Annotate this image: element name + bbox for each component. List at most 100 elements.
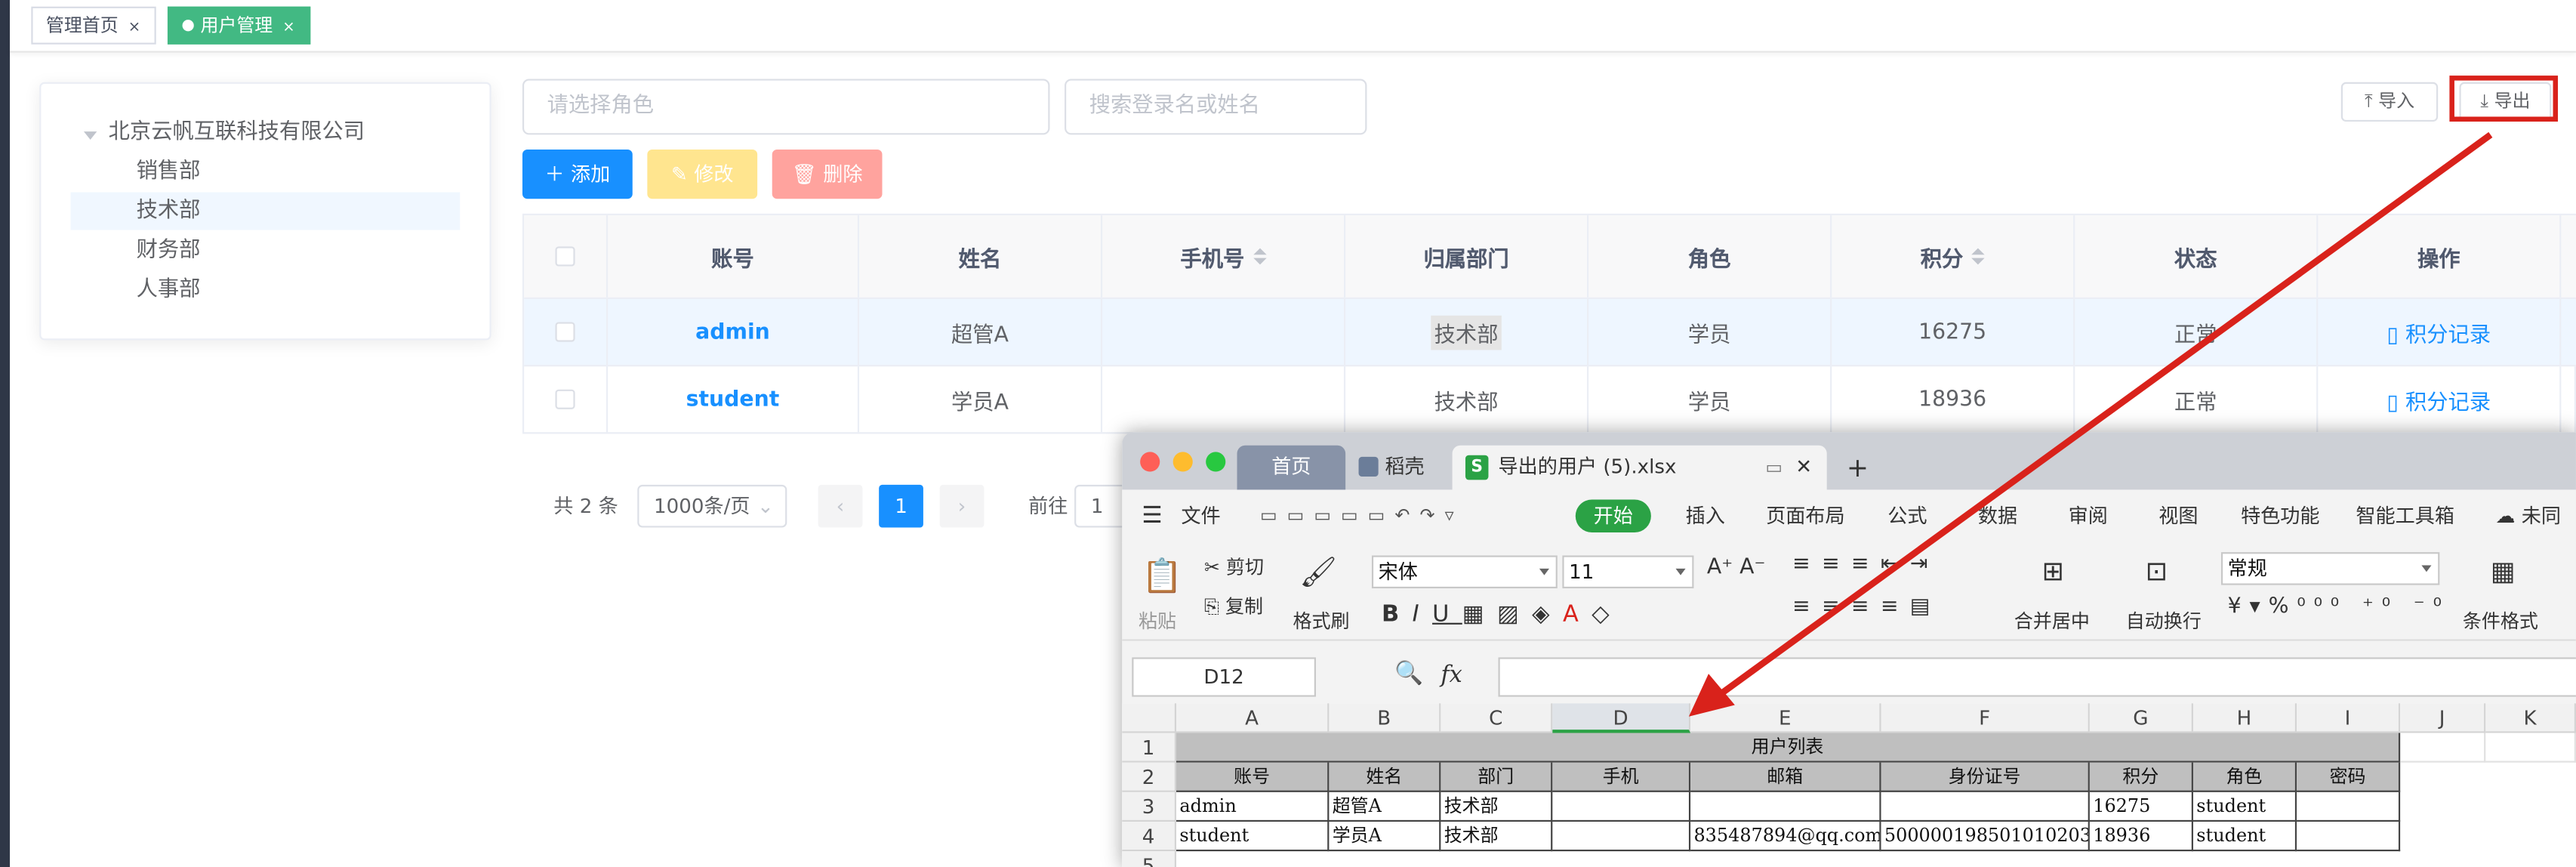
cell[interactable]: 超管A <box>1329 791 1441 822</box>
conditional-format-button[interactable]: 条件格式 <box>2463 608 2538 634</box>
number-format-select[interactable]: 常规 <box>2220 552 2440 585</box>
close-tab-icon[interactable]: ✕ <box>1795 446 1812 490</box>
wps-tab-file[interactable]: S 导出的用户 (5).xlsx ▭ ✕ <box>1452 445 1827 490</box>
number-format-icons[interactable]: ¥▾%⁰⁰⁰ ⁺⁰ ⁻⁰ <box>2228 595 2450 620</box>
col-header[interactable]: J <box>2400 703 2486 733</box>
header-cell[interactable]: 部门 <box>1441 762 1553 792</box>
fx-icon[interactable]: fx <box>1441 662 1462 689</box>
cell[interactable] <box>2297 791 2401 822</box>
col-header[interactable]: I <box>2297 703 2401 733</box>
cell[interactable] <box>1881 791 2090 822</box>
cell[interactable]: student <box>2192 822 2297 852</box>
col-header[interactable]: C <box>1441 703 1553 733</box>
next-page-button[interactable]: › <box>939 484 984 528</box>
menu-features[interactable]: 特色功能 <box>2241 489 2319 542</box>
cell[interactable]: student <box>1176 822 1330 852</box>
format-painter-icon[interactable]: 🖌 <box>1299 555 1337 590</box>
header-cell[interactable]: 积分 <box>2089 762 2193 792</box>
tree-node-finance[interactable]: 财务部 <box>71 232 461 270</box>
header-cell[interactable]: 账号 <box>1176 762 1330 792</box>
sort-icon[interactable] <box>1253 248 1266 265</box>
zoom-icon[interactable]: 🔍 <box>1394 661 1423 687</box>
tag-home[interactable]: 管理首页 × <box>31 6 156 45</box>
col-header[interactable]: F <box>1881 703 2090 733</box>
wps-tab-home[interactable]: 首页 <box>1237 445 1346 490</box>
menu-formula[interactable]: 公式 <box>1887 489 1927 542</box>
cell[interactable]: admin <box>1176 791 1330 822</box>
account-link[interactable]: student <box>686 387 780 412</box>
paste-button[interactable]: 粘贴 <box>1139 608 1176 634</box>
col-header[interactable]: E <box>1690 703 1881 733</box>
wrap-icon[interactable]: ⊡ <box>2146 555 2168 586</box>
font-grow-shrink-icons[interactable]: A⁺ A⁻ <box>1707 555 1766 580</box>
tree-node-tech[interactable]: 技术部 <box>70 192 461 230</box>
cell[interactable] <box>2297 822 2401 852</box>
close-window-icon[interactable] <box>1140 452 1160 472</box>
header-cell[interactable]: 姓名 <box>1329 762 1441 792</box>
header-cell[interactable]: 手机 <box>1552 762 1691 792</box>
format-painter-button[interactable]: 格式刷 <box>1293 608 1350 634</box>
sync-status[interactable]: ☁ 未同步 <box>2495 489 2576 580</box>
new-tab-button[interactable]: + <box>1847 446 1880 490</box>
align-top-icons[interactable]: ≡≡≡⇤⇥ <box>1792 552 1940 577</box>
menu-view[interactable]: 视图 <box>2158 489 2198 542</box>
paste-icon[interactable]: 📋 <box>1142 555 1182 594</box>
cell[interactable]: student <box>2192 791 2297 822</box>
cell[interactable]: 500000198501010203 <box>1881 822 2090 852</box>
font-size-select[interactable]: 11 <box>1562 555 1694 589</box>
cell[interactable]: 学员A <box>1329 822 1441 852</box>
wps-tab-daoke[interactable]: 稻壳 <box>1352 446 1444 490</box>
header-cell[interactable]: 角色 <box>2192 762 2297 792</box>
close-icon[interactable]: × <box>282 20 294 36</box>
cell[interactable] <box>1552 791 1691 822</box>
menu-page-layout[interactable]: 页面布局 <box>1766 489 1844 542</box>
add-button[interactable]: ＋ 添加 <box>522 150 633 199</box>
caret-down-icon[interactable] <box>83 131 97 140</box>
row-header[interactable]: 4 <box>1122 822 1177 852</box>
sheet-title-cell[interactable]: 用户列表 <box>1176 733 2401 763</box>
menu-hamburger-icon[interactable]: ☰ <box>1142 489 1162 542</box>
col-header[interactable]: B <box>1329 703 1441 733</box>
points-record-link[interactable]: ▯ 积分记录 <box>2386 384 2491 415</box>
row-header[interactable]: 5 <box>1122 851 1177 867</box>
points-record-link[interactable]: ▯ 积分记录 <box>2386 316 2491 348</box>
account-link[interactable]: admin <box>695 319 770 344</box>
tree-node-hr[interactable]: 人事部 <box>71 271 461 309</box>
quick-access-icons[interactable]: ▭▭▭▭▭↶↷▿ <box>1260 489 1464 542</box>
delete-button[interactable]: 🗑 删除 <box>772 150 883 199</box>
conditional-format-icon[interactable]: ▦ <box>2491 555 2516 586</box>
col-header[interactable]: K <box>2485 703 2576 733</box>
menu-review[interactable]: 审阅 <box>2069 489 2108 542</box>
row-header[interactable]: 2 <box>1122 762 1177 792</box>
row-checkbox[interactable] <box>555 322 575 342</box>
align-bottom-icons[interactable]: ≡≡≡≡▤ <box>1792 595 1942 620</box>
auto-wrap-button[interactable]: 自动换行 <box>2126 608 2202 634</box>
search-input[interactable]: 搜索登录名或姓名 <box>1065 79 1367 135</box>
cell[interactable] <box>2400 733 2486 763</box>
col-header[interactable]: G <box>2089 703 2193 733</box>
menu-insert[interactable]: 插入 <box>1686 489 1725 542</box>
name-box[interactable]: D12 <box>1132 657 1316 697</box>
header-cell[interactable]: 密码 <box>2297 762 2401 792</box>
prev-page-button[interactable]: ‹ <box>818 484 863 528</box>
window-mode-icon[interactable]: ▭ <box>1765 446 1783 490</box>
merge-center-button[interactable]: 合并居中 <box>2014 608 2090 634</box>
cell[interactable]: 技术部 <box>1441 822 1553 852</box>
tree-node-root[interactable]: 北京云帆互联科技有限公司 <box>109 113 365 151</box>
edit-button[interactable]: ✎ 修改 <box>647 150 758 199</box>
cell[interactable]: 16275 <box>2089 791 2193 822</box>
formula-input[interactable] <box>1498 657 2576 697</box>
select-all-corner[interactable] <box>1122 703 1177 733</box>
cell[interactable] <box>2485 733 2576 763</box>
col-header[interactable]: A <box>1176 703 1330 733</box>
maximize-window-icon[interactable] <box>1206 452 1226 472</box>
font-family-select[interactable]: 宋体 <box>1371 555 1558 589</box>
role-select[interactable]: 请选择角色 <box>522 79 1050 135</box>
menu-start[interactable]: 开始 <box>1575 499 1651 533</box>
font-style-icons[interactable]: BIU▦▨◈A◇ <box>1382 601 1622 628</box>
menu-smart-tools[interactable]: 智能工具箱 <box>2356 489 2454 542</box>
column-header-points[interactable]: 积分 <box>1832 215 2075 298</box>
merge-icon[interactable]: ⊞ <box>2042 555 2064 586</box>
copy-button[interactable]: ⎘ 复制 <box>1204 594 1263 620</box>
page-size-select[interactable]: 1000条/页 ⌄ <box>637 484 787 528</box>
